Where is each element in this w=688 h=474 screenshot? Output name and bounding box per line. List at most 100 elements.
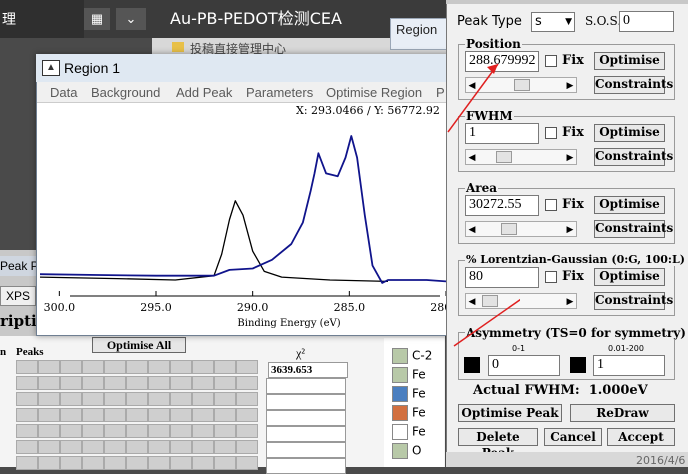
file-list-item[interactable]: Fe bbox=[392, 405, 426, 423]
table-cell[interactable] bbox=[38, 392, 60, 406]
table-cell[interactable] bbox=[104, 440, 126, 454]
fwhm-constraints-button[interactable]: Constraints bbox=[594, 148, 673, 166]
table-cell[interactable] bbox=[148, 408, 170, 422]
table-cell[interactable] bbox=[192, 424, 214, 438]
table-cell[interactable] bbox=[126, 360, 148, 374]
table-cell[interactable] bbox=[236, 424, 258, 438]
delete-peak-button[interactable]: Delete Peak bbox=[458, 428, 538, 460]
table-cell[interactable] bbox=[148, 424, 170, 438]
menu-parameters[interactable]: Parameters bbox=[246, 85, 313, 100]
table-cell[interactable] bbox=[214, 408, 236, 422]
table-cell[interactable] bbox=[16, 392, 38, 406]
table-cell[interactable] bbox=[104, 424, 126, 438]
area-optimise-button[interactable]: Optimise bbox=[594, 196, 665, 214]
redraw-button[interactable]: ReDraw bbox=[570, 404, 675, 422]
table-cell[interactable] bbox=[236, 376, 258, 390]
file-list-item[interactable]: Fe bbox=[392, 367, 426, 385]
table-cell[interactable] bbox=[82, 376, 104, 390]
table-cell[interactable] bbox=[192, 392, 214, 406]
table-cell[interactable] bbox=[236, 392, 258, 406]
table-cell[interactable] bbox=[38, 424, 60, 438]
table-cell[interactable] bbox=[236, 440, 258, 454]
fwhm-fix-checkbox[interactable] bbox=[545, 127, 557, 139]
xps-button[interactable]: XPS bbox=[0, 286, 36, 306]
table-cell[interactable] bbox=[82, 408, 104, 422]
table-cell[interactable] bbox=[192, 456, 214, 470]
table-cell[interactable] bbox=[104, 376, 126, 390]
table-cell[interactable] bbox=[170, 392, 192, 406]
table-cell[interactable] bbox=[126, 424, 148, 438]
table-cell[interactable] bbox=[60, 440, 82, 454]
file-list-item[interactable]: O bbox=[392, 443, 421, 461]
table-cell[interactable] bbox=[126, 376, 148, 390]
table-cell[interactable] bbox=[16, 408, 38, 422]
peak-panel-tab[interactable]: Peak P bbox=[0, 256, 40, 276]
table-cell[interactable] bbox=[148, 376, 170, 390]
table-cell[interactable] bbox=[214, 392, 236, 406]
position-optimise-button[interactable]: Optimise bbox=[594, 52, 665, 70]
grid-icon[interactable]: ▦ bbox=[84, 8, 110, 30]
sos-input[interactable]: 0 bbox=[619, 11, 674, 32]
table-cell[interactable] bbox=[236, 456, 258, 470]
table-cell[interactable] bbox=[38, 456, 60, 470]
table-cell[interactable] bbox=[170, 376, 192, 390]
table-cell[interactable] bbox=[170, 456, 192, 470]
menu-add-peak[interactable]: Add Peak bbox=[176, 85, 232, 100]
asymmetry-right-input[interactable]: 1 bbox=[593, 355, 665, 376]
arrow-right-icon[interactable]: ▶ bbox=[564, 78, 576, 92]
table-cell[interactable] bbox=[126, 392, 148, 406]
table-cell[interactable] bbox=[60, 408, 82, 422]
table-cell[interactable] bbox=[38, 440, 60, 454]
table-cell[interactable] bbox=[126, 408, 148, 422]
table-cell[interactable] bbox=[214, 456, 236, 470]
lorentzian-gaussian-optimise-button[interactable]: Optimise bbox=[594, 268, 665, 286]
lorentzian-gaussian-constraints-button[interactable]: Constraints bbox=[594, 292, 673, 310]
accept-button[interactable]: Accept bbox=[607, 428, 675, 446]
table-cell[interactable] bbox=[148, 456, 170, 470]
table-cell[interactable] bbox=[82, 440, 104, 454]
table-cell[interactable] bbox=[192, 408, 214, 422]
peak-type-select[interactable]: s ▼ bbox=[531, 12, 575, 32]
table-cell[interactable] bbox=[192, 440, 214, 454]
spectrum-chart[interactable]: 300.0295.0290.0285.0280.0Binding Energy … bbox=[40, 116, 446, 332]
table-cell[interactable] bbox=[60, 392, 82, 406]
arrow-right-icon[interactable]: ▶ bbox=[564, 222, 576, 236]
table-cell[interactable] bbox=[170, 424, 192, 438]
file-list-item[interactable]: C-2 bbox=[392, 348, 432, 366]
table-cell[interactable] bbox=[82, 456, 104, 470]
table-cell[interactable] bbox=[214, 424, 236, 438]
table-cell[interactable] bbox=[104, 392, 126, 406]
table-cell[interactable] bbox=[214, 360, 236, 374]
table-cell[interactable] bbox=[148, 440, 170, 454]
table-cell[interactable] bbox=[16, 376, 38, 390]
position-constraints-button[interactable]: Constraints bbox=[594, 76, 673, 94]
area-constraints-button[interactable]: Constraints bbox=[594, 220, 673, 238]
table-cell[interactable] bbox=[104, 456, 126, 470]
table-cell[interactable] bbox=[170, 440, 192, 454]
file-list-item[interactable]: Fe bbox=[392, 424, 426, 442]
table-cell[interactable] bbox=[126, 456, 148, 470]
position-fix-checkbox[interactable] bbox=[545, 55, 557, 67]
table-cell[interactable] bbox=[60, 424, 82, 438]
table-cell[interactable] bbox=[104, 360, 126, 374]
table-cell[interactable] bbox=[214, 440, 236, 454]
table-cell[interactable] bbox=[82, 424, 104, 438]
table-cell[interactable] bbox=[236, 360, 258, 374]
table-cell[interactable] bbox=[82, 360, 104, 374]
area-fix-checkbox[interactable] bbox=[545, 199, 557, 211]
table-cell[interactable] bbox=[16, 424, 38, 438]
table-cell[interactable] bbox=[60, 360, 82, 374]
table-cell[interactable] bbox=[104, 408, 126, 422]
lorentzian-gaussian-fix-checkbox[interactable] bbox=[545, 271, 557, 283]
table-cell[interactable] bbox=[38, 408, 60, 422]
table-cell[interactable] bbox=[214, 376, 236, 390]
optimise-peak-button[interactable]: Optimise Peak bbox=[458, 404, 562, 422]
file-list-item[interactable]: Fe bbox=[392, 386, 426, 404]
table-cell[interactable] bbox=[38, 376, 60, 390]
table-cell[interactable] bbox=[16, 360, 38, 374]
fwhm-optimise-button[interactable]: Optimise bbox=[594, 124, 665, 142]
table-cell[interactable] bbox=[236, 408, 258, 422]
table-cell[interactable] bbox=[16, 456, 38, 470]
table-cell[interactable] bbox=[192, 360, 214, 374]
table-cell[interactable] bbox=[82, 392, 104, 406]
